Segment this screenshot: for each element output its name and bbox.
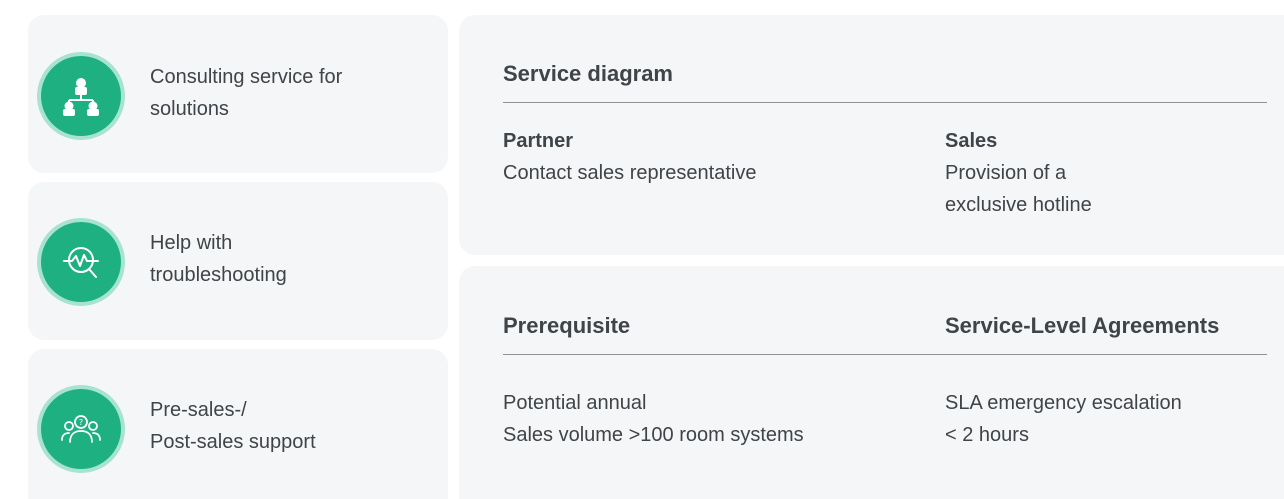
prerequisite-title: Prerequisite: [503, 313, 631, 338]
sla-title: Service-Level Agreements: [945, 313, 1220, 338]
org-chart-icon: [41, 56, 121, 136]
sales-heading: Sales: [945, 130, 998, 152]
diagnostics-icon: [41, 222, 121, 302]
divider: [503, 102, 1267, 103]
divider: [503, 354, 1267, 355]
partner-text: Contact sales representative: [503, 162, 757, 184]
service-card-label: Pre-sales-/ Post-sales support: [150, 399, 316, 453]
people-support-icon: ?: [41, 389, 121, 469]
requirements-panel: Prerequisite Service-Level Agreements Po…: [459, 266, 1284, 499]
service-card-support: ? Pre-sales-/ Post-sales support: [28, 349, 448, 499]
service-card-label: Help with troubleshooting: [150, 232, 287, 286]
prerequisite-text: Potential annual Sales volume >100 room …: [503, 392, 804, 446]
page: Consulting service for solutions Help wi…: [0, 0, 1284, 499]
partner-heading: Partner: [503, 130, 574, 152]
service-card-troubleshooting: Help with troubleshooting: [28, 182, 448, 340]
svg-text:?: ?: [79, 418, 83, 427]
sla-text: SLA emergency escalation < 2 hours: [945, 392, 1182, 446]
sales-text: Provision of a exclusive hotline: [945, 162, 1092, 216]
panel-title: Service diagram: [503, 61, 673, 86]
service-diagram-panel: Service diagram Partner Contact sales re…: [459, 15, 1284, 255]
service-card-consulting: Consulting service for solutions: [28, 15, 448, 173]
service-card-label: Consulting service for solutions: [150, 66, 343, 120]
